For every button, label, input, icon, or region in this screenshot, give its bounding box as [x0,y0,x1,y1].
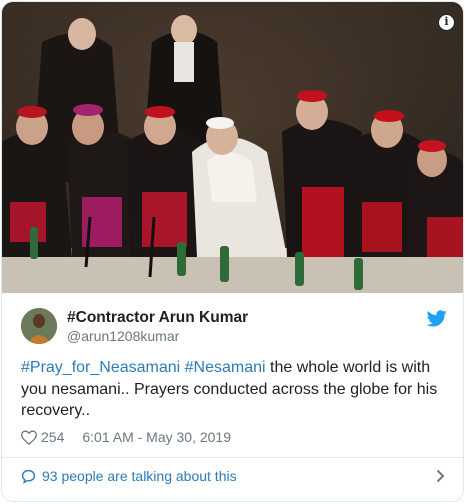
embedded-tweet-card[interactable]: i #Contractor Arun Kumar @arun1208kumar … [1,1,464,502]
twitter-bird-icon[interactable] [426,310,447,332]
speech-bubble-icon [21,469,36,484]
tweet-author: #Contractor Arun Kumar @arun1208kumar [21,308,451,348]
photo-clergy-praying [2,2,463,293]
like-count[interactable]: 254 [41,429,64,445]
hashtag-link[interactable]: #Nesamani [185,359,266,376]
tweet-text: #Pray_for_Neasamani #Nesamani the whole … [21,357,446,422]
author-handle[interactable]: @arun1208kumar [67,328,179,344]
chevron-right-icon [436,469,445,486]
conversation-link[interactable]: 93 people are talking about this [21,464,447,488]
tweet-meta: 254 6:01 AM - May 30, 2019 [21,427,231,447]
tweet-timestamp[interactable]: 6:01 AM - May 30, 2019 [82,429,231,445]
hashtag-link[interactable]: #Pray_for_Neasamani [21,359,180,376]
avatar-image [21,308,57,344]
conversation-label: 93 people are talking about this [42,468,237,484]
info-icon[interactable]: i [438,14,455,31]
author-name[interactable]: #Contractor Arun Kumar [67,309,248,327]
avatar[interactable] [21,308,57,344]
tweet-photo[interactable]: i [2,2,463,293]
divider [2,457,463,458]
heart-icon[interactable] [21,429,37,445]
